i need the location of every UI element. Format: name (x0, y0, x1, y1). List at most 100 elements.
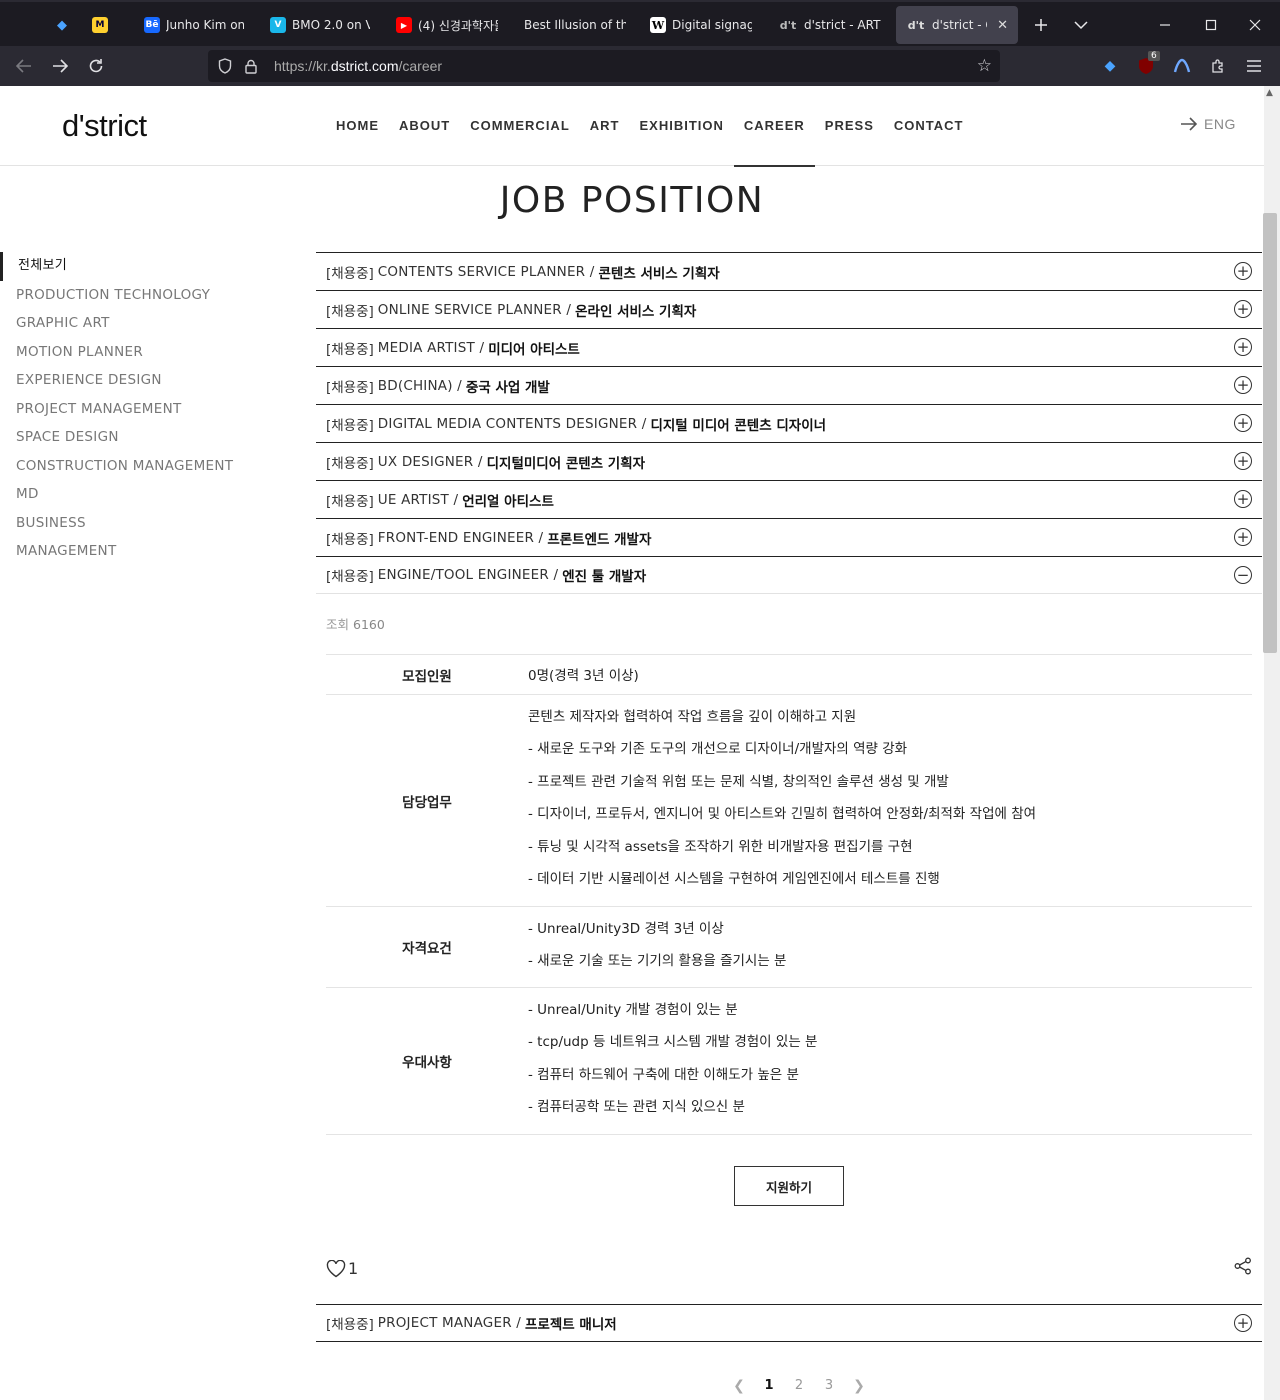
sidebar-item-project-management[interactable]: PROJECT MANAGEMENT (0, 395, 290, 424)
job-title-kr: 엔진 툴 개발자 (562, 569, 647, 585)
sidebar-item-production-technology[interactable]: PRODUCTION TECHNOLOGY (0, 281, 290, 310)
forward-button[interactable] (44, 50, 76, 82)
page-number[interactable]: 1 (754, 1378, 784, 1394)
job-row[interactable]: [채용중] FRONT-END ENGINEER / 프론트엔드 개발자 + (316, 518, 1262, 556)
job-title-en: PROJECT MANAGER / (377, 1315, 522, 1331)
reload-button[interactable] (80, 50, 112, 82)
tab-dstrict-career[interactable]: d't d'strict - CAR ✕ (896, 6, 1018, 44)
nav-home[interactable]: HOME (326, 86, 389, 166)
url-text[interactable]: https://kr.dstrict.com/career (274, 58, 442, 74)
share-button[interactable] (1234, 1257, 1252, 1279)
page-number[interactable]: 3 (814, 1378, 844, 1394)
detail-row-headcount: 모집인원 0명(경력 3년 이상) (326, 655, 1252, 695)
expand-plus-icon[interactable]: + (1234, 490, 1252, 508)
main-nav: HOME ABOUT COMMERCIAL ART EXHIBITION CAR… (326, 86, 974, 167)
job-status: [채용중] (326, 1317, 374, 1333)
bookmark-star-icon[interactable]: ☆ (977, 56, 992, 76)
job-row[interactable]: [채용중] MEDIA ARTIST / 미디어 아티스트 + (316, 328, 1262, 366)
tab-wikipedia[interactable]: W Digital signage (640, 6, 762, 44)
browser-tab-bar: ◆ M Bē Junho Kim on B V BMO 2.0 on Vim ▶… (0, 0, 1280, 46)
nav-contact[interactable]: CONTACT (884, 86, 974, 166)
new-tab-button[interactable] (1026, 10, 1056, 40)
close-window-button[interactable] (1240, 10, 1270, 40)
nav-career[interactable]: CAREER (733, 86, 815, 167)
extensions-button[interactable] (1202, 50, 1234, 82)
expand-plus-icon[interactable]: + (1234, 1314, 1252, 1332)
sidebar-item-business[interactable]: BUSINESS (0, 509, 290, 538)
shield-icon[interactable] (216, 57, 234, 75)
job-row[interactable]: [채용중] BD(CHINA) / 중국 사업 개발 + (316, 366, 1262, 404)
prev-page-chevron-icon[interactable]: ❮ (724, 1378, 754, 1394)
expand-plus-icon[interactable]: + (1234, 452, 1252, 470)
nav-commercial[interactable]: COMMERCIAL (460, 86, 580, 166)
job-status: [채용중] (326, 569, 374, 585)
sapphire-extension-icon[interactable]: ◆ (1094, 50, 1126, 82)
tab-vimeo[interactable]: V BMO 2.0 on Vim (260, 6, 380, 44)
sidebar-item-motion-planner[interactable]: MOTION PLANNER (0, 338, 290, 367)
language-label: ENG (1204, 116, 1236, 132)
detail-value: - Unreal/Unity3D 경력 3년 이상 - 새로운 기술 또는 기기… (528, 907, 1252, 987)
sidebar-item-md[interactable]: MD (0, 480, 290, 509)
apply-button[interactable]: 지원하기 (734, 1166, 844, 1206)
job-row[interactable]: [채용중] ONLINE SERVICE PLANNER / 온라인 서비스 기획자… (316, 290, 1262, 328)
sidebar-item-graphic-art[interactable]: GRAPHIC ART (0, 309, 290, 338)
job-row[interactable]: [채용중] DIGITAL MEDIA CONTENTS DESIGNER / 디지… (316, 404, 1262, 442)
expand-plus-icon[interactable]: + (1234, 300, 1252, 318)
job-title-en: FRONT-END ENGINEER / (377, 529, 544, 546)
expand-plus-icon[interactable]: + (1234, 528, 1252, 546)
dstrict-icon: d't (779, 18, 797, 32)
tab-pinned-sapphire[interactable]: ◆ (44, 6, 78, 44)
next-page-chevron-icon[interactable]: ❯ (844, 1378, 874, 1394)
back-button[interactable] (8, 50, 40, 82)
job-title-kr: 온라인 서비스 기획자 (575, 303, 697, 320)
vpn-extension-button[interactable] (1166, 50, 1198, 82)
nav-art[interactable]: ART (580, 86, 630, 166)
close-tab-icon[interactable]: ✕ (997, 18, 1008, 33)
lock-icon[interactable] (242, 57, 260, 75)
maximize-button[interactable] (1196, 10, 1226, 40)
collapse-minus-icon[interactable]: − (1234, 566, 1252, 584)
job-row[interactable]: [채용중] UE ARTIST / 언리얼 아티스트 + (316, 480, 1262, 518)
language-switch[interactable]: ENG (1180, 116, 1236, 132)
nav-about[interactable]: ABOUT (389, 86, 460, 166)
sidebar-item-all[interactable]: 전체보기 (0, 252, 290, 281)
page-scrollbar-thumb[interactable] (1263, 213, 1277, 653)
expand-plus-icon[interactable]: + (1234, 376, 1252, 394)
scroll-up-arrow-icon[interactable]: ▲ (1266, 88, 1273, 98)
tab-title: Digital signage (672, 18, 752, 32)
sidebar-item-construction-management[interactable]: CONSTRUCTION MANAGEMENT (0, 452, 290, 481)
tab-title: BMO 2.0 on Vim (292, 18, 370, 32)
job-row[interactable]: [채용중] CONTENTS SERVICE PLANNER / 콘텐츠 서비스 기… (316, 252, 1262, 290)
like-button[interactable]: 1 (326, 1259, 358, 1278)
detail-label: 자격요건 (402, 941, 452, 957)
puzzle-icon (1212, 59, 1223, 73)
expand-plus-icon[interactable]: + (1234, 414, 1252, 432)
page-number[interactable]: 2 (784, 1378, 814, 1394)
tab-title: d'strict - CAR (932, 18, 987, 32)
tab-illusion[interactable]: Best Illusion of the Y (514, 6, 636, 44)
job-row[interactable]: [채용중] PROJECT MANAGER / 프로젝트 매니저 + (316, 1304, 1262, 1342)
tab-youtube[interactable]: ▶ (4) 신경과학자들 (386, 6, 508, 44)
sapphire-icon: ◆ (57, 17, 67, 33)
job-row[interactable]: [채용중] UX DESIGNER / 디지털미디어 콘텐츠 기획자 + (316, 442, 1262, 480)
sidebar-item-management[interactable]: MANAGEMENT (0, 537, 290, 566)
nav-press[interactable]: PRESS (815, 86, 884, 166)
ublock-extension-button[interactable]: 6 (1130, 50, 1162, 82)
tab-behance[interactable]: Bē Junho Kim on B (134, 6, 254, 44)
expand-plus-icon[interactable]: + (1234, 338, 1252, 356)
tab-pinned-miro[interactable]: M (82, 6, 118, 44)
expand-plus-icon[interactable]: + (1234, 262, 1252, 280)
tab-dstrict-art[interactable]: d't d'strict - ART TE (768, 6, 892, 44)
sidebar-item-space-design[interactable]: SPACE DESIGN (0, 423, 290, 452)
address-bar[interactable]: https://kr.dstrict.com/career ☆ (208, 50, 1000, 82)
nav-exhibition[interactable]: EXHIBITION (629, 86, 733, 166)
job-detail-table: 모집인원 0명(경력 3년 이상) 담당업무 콘텐츠 제작자와 협력하여 작업 … (326, 654, 1252, 1135)
job-status: [채용중] (326, 341, 374, 358)
list-tabs-button[interactable] (1066, 10, 1096, 40)
sidebar-item-experience-design[interactable]: EXPERIENCE DESIGN (0, 366, 290, 395)
url-domain: dstrict.com (330, 58, 399, 74)
site-logo[interactable]: d'strict (62, 108, 147, 144)
minimize-button[interactable] (1150, 10, 1180, 40)
job-row-expanded[interactable]: [채용중] ENGINE/TOOL ENGINEER / 엔진 툴 개발자 − (316, 556, 1262, 594)
menu-button[interactable] (1238, 50, 1270, 82)
